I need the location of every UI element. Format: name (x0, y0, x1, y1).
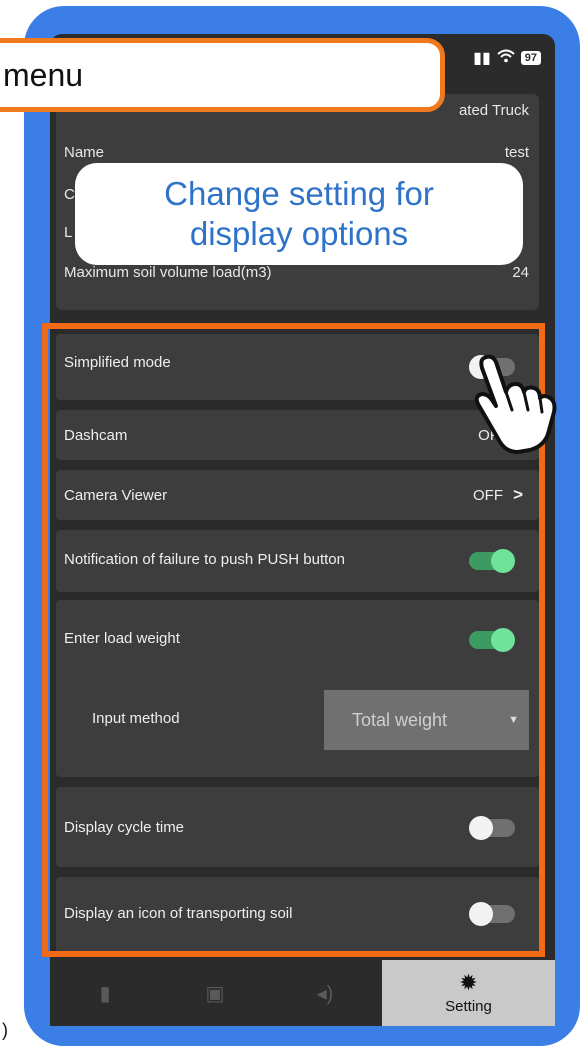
info-row-3-label: L (64, 224, 73, 241)
bubble-line-2: display options (189, 215, 409, 252)
bottom-tab-bar: ▮ ▣ ◂) ✹ Setting (50, 960, 555, 1026)
clipboard-icon: ▣ (205, 982, 225, 1005)
tooltip-bubble: Change setting for display options (75, 163, 523, 265)
name-value: test (504, 144, 529, 161)
gear-icon: ✹ (459, 969, 478, 995)
max-soil-value: 24 (512, 264, 529, 281)
bubble-line-1: Change setting for (164, 175, 434, 212)
max-soil-label: Maximum soil volume load(m3) (64, 264, 272, 281)
name-label: Name (64, 144, 105, 161)
tab-setting[interactable]: ✹ Setting (382, 960, 555, 1026)
signal-icon: ▮▮ (473, 50, 491, 67)
battery-level: 97 (520, 51, 541, 65)
menu-callout: menu (0, 38, 445, 112)
vehicle-type-value: ated Truck (458, 102, 529, 119)
speaker-icon: ◂) (316, 982, 334, 1005)
tab-clipboard[interactable]: ▣ (160, 960, 270, 1026)
tab-map[interactable]: ▮ (50, 960, 160, 1026)
wifi-icon (497, 49, 515, 68)
status-bar: ▮▮ 97 (435, 34, 555, 82)
max-soil-row: Maximum soil volume load(m3) 24 (64, 264, 529, 281)
map-icon: ▮ (99, 982, 111, 1005)
tab-sound[interactable]: ◂) (270, 960, 380, 1026)
menu-callout-text: menu (3, 56, 84, 93)
info-row-2-label: C (64, 186, 75, 203)
pointing-hand-icon (462, 348, 562, 458)
tab-setting-label: Setting (445, 997, 492, 1015)
edge-mark: ) (2, 1020, 8, 1040)
name-row: Name test (64, 144, 529, 161)
